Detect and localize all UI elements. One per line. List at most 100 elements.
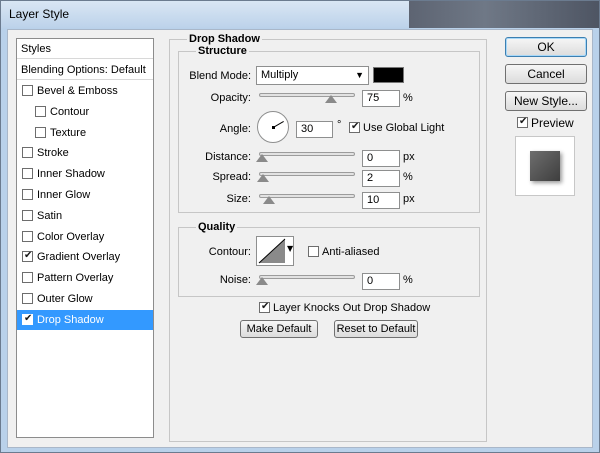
style-item-label: Drop Shadow <box>37 313 104 326</box>
spread-field[interactable]: 2 <box>362 170 400 187</box>
spread-label: Spread: <box>212 171 251 183</box>
cancel-button[interactable]: Cancel <box>505 64 587 84</box>
style-item-stroke[interactable]: Stroke <box>17 143 153 163</box>
blend-mode-select[interactable]: Multiply ▼ <box>256 66 369 85</box>
style-item-drop-shadow[interactable]: ✔ Drop Shadow <box>17 309 153 330</box>
preview-swatch <box>530 151 560 181</box>
style-item-checkbox[interactable] <box>35 105 46 117</box>
distance-slider-track <box>259 152 355 156</box>
style-item-checkbox[interactable] <box>22 189 33 200</box>
style-item-label: Pattern Overlay <box>37 272 114 285</box>
use-global-light-checkbox[interactable]: ✔ <box>349 121 360 133</box>
chevron-down-icon: ▼ <box>355 70 364 80</box>
styles-header[interactable]: Styles <box>17 39 153 59</box>
new-style-button[interactable]: New Style... <box>505 91 587 111</box>
spread-slider-track <box>259 172 355 176</box>
size-unit: px <box>403 193 415 205</box>
quality-title: Quality <box>196 221 238 233</box>
opacity-slider[interactable] <box>259 90 355 104</box>
style-item-pattern-overlay[interactable]: Pattern Overlay <box>17 268 153 288</box>
window-title: Layer Style <box>9 7 70 21</box>
style-item-label: Inner Glow <box>37 189 91 201</box>
opacity-slider-track <box>259 93 355 97</box>
title-bar[interactable]: Layer Style <box>1 1 599 28</box>
style-item-label: Satin <box>37 209 63 222</box>
spread-slider[interactable] <box>257 169 355 183</box>
angle-center <box>272 126 275 129</box>
noise-slider[interactable] <box>256 272 355 286</box>
ok-button[interactable]: OK <box>505 37 587 57</box>
blending-options-item[interactable]: Blending Options: Default <box>17 60 153 80</box>
style-item-checkbox[interactable] <box>22 209 33 221</box>
spread-slider-thumb[interactable] <box>257 174 269 182</box>
style-item-label: Contour <box>50 105 90 118</box>
style-item-checkbox[interactable] <box>22 168 33 180</box>
title-bar-dark-region <box>409 1 599 28</box>
noise-slider-thumb[interactable] <box>256 277 268 285</box>
style-item-checkbox[interactable] <box>22 293 33 304</box>
distance-slider-thumb[interactable] <box>256 154 268 162</box>
checkmark-icon: ✔ <box>519 116 528 127</box>
anti-aliased-label: Anti-aliased <box>322 246 380 258</box>
preview-thumbnail <box>515 136 575 196</box>
size-field[interactable]: 10 <box>362 192 400 209</box>
preview-checkbox[interactable]: ✔ <box>517 116 528 128</box>
checkmark-icon: ✔ <box>24 250 33 262</box>
style-item-label: Bevel & Emboss <box>37 85 118 97</box>
noise-field[interactable]: 0 <box>362 273 400 290</box>
dialog-body: Styles Blending Options: Default Bevel &… <box>7 29 593 448</box>
style-item-label: Outer Glow <box>37 293 93 305</box>
style-item-checkbox[interactable] <box>22 85 33 96</box>
opacity-field[interactable]: 75 <box>362 90 400 107</box>
angle-unit: ° <box>337 119 342 131</box>
use-global-light-label: Use Global Light <box>363 122 445 134</box>
style-item-color-overlay[interactable]: Color Overlay <box>17 227 153 247</box>
style-item-checkbox[interactable] <box>22 147 33 159</box>
style-item-texture[interactable]: Texture <box>17 123 153 143</box>
angle-label: Angle: <box>219 123 251 135</box>
size-slider-thumb[interactable] <box>263 196 275 204</box>
angle-field[interactable]: 30 <box>296 121 333 138</box>
checkmark-icon: ✔ <box>261 301 270 312</box>
opacity-slider-thumb[interactable] <box>325 95 337 103</box>
style-item-checkbox[interactable] <box>22 272 33 284</box>
preview-label: Preview <box>531 116 574 130</box>
checkmark-icon: ✔ <box>24 312 33 324</box>
style-item-label: Stroke <box>37 147 69 160</box>
size-slider[interactable] <box>259 191 355 205</box>
layer-knocks-out-checkbox[interactable]: ✔ <box>259 301 270 313</box>
reset-to-default-button[interactable]: Reset to Default <box>334 320 418 338</box>
contour-picker[interactable]: ▼ <box>256 236 294 266</box>
noise-slider-track <box>259 275 355 279</box>
anti-aliased-checkbox[interactable]: ✔ <box>308 246 319 257</box>
size-label: Size: <box>226 193 251 205</box>
style-item-label: Texture <box>50 126 87 139</box>
quality-group <box>178 227 480 297</box>
style-item-checkbox[interactable]: ✔ <box>22 312 33 325</box>
contour-curve-icon: ▼ <box>258 238 294 264</box>
opacity-label: Opacity: <box>210 92 251 104</box>
layer-knocks-out-label: Layer Knocks Out Drop Shadow <box>273 302 431 314</box>
layer-style-window: Layer Style Styles Blending Options: Def… <box>0 0 600 453</box>
styles-list: Styles Blending Options: Default Bevel &… <box>16 38 154 438</box>
style-item-checkbox[interactable] <box>35 126 46 138</box>
checkmark-icon: ✔ <box>351 121 360 132</box>
style-item-checkbox[interactable]: ✔ <box>22 250 33 263</box>
distance-field[interactable]: 0 <box>362 150 400 167</box>
distance-unit: px <box>403 151 415 163</box>
angle-dial[interactable] <box>257 111 289 143</box>
style-item-bevel-emboss[interactable]: Bevel & Emboss <box>17 81 153 101</box>
shadow-color-swatch[interactable] <box>373 67 404 83</box>
distance-slider[interactable] <box>256 149 355 163</box>
blend-mode-value: Multiply <box>261 69 299 81</box>
style-item-outer-glow[interactable]: Outer Glow <box>17 289 153 309</box>
style-item-checkbox[interactable] <box>22 230 33 242</box>
style-item-gradient-overlay[interactable]: ✔ Gradient Overlay <box>17 247 153 267</box>
style-item-inner-glow[interactable]: Inner Glow <box>17 185 153 205</box>
svg-text:▼: ▼ <box>287 244 293 253</box>
style-item-inner-shadow[interactable]: Inner Shadow <box>17 164 153 184</box>
style-item-contour[interactable]: Contour <box>17 102 153 122</box>
contour-label: Contour: <box>208 246 251 258</box>
make-default-button[interactable]: Make Default <box>240 320 318 338</box>
style-item-satin[interactable]: Satin <box>17 206 153 226</box>
